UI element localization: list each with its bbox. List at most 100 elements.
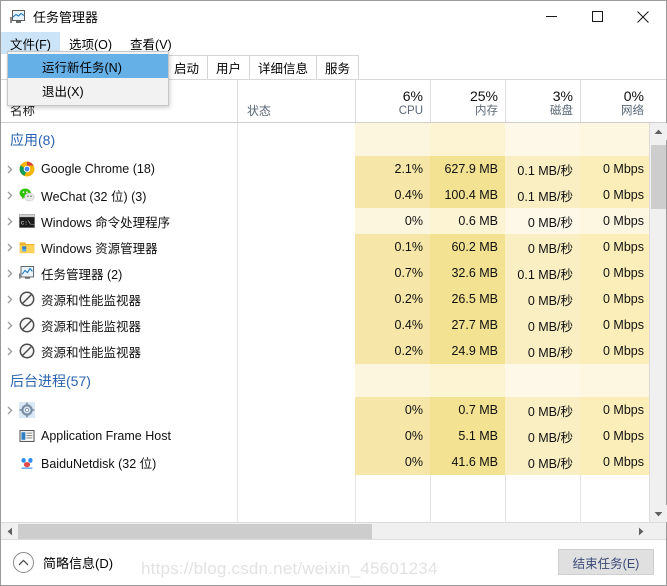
process-group-header[interactable]: 应用 (8) bbox=[1, 123, 649, 156]
scroll-down-button[interactable] bbox=[649, 505, 667, 522]
group-count: (8) bbox=[38, 131, 56, 148]
end-task-button[interactable]: 结束任务(E) bbox=[558, 549, 654, 575]
scroll-left-button[interactable] bbox=[1, 523, 18, 540]
column-header-memory[interactable]: 25% 内存 bbox=[430, 80, 505, 122]
wechat-icon bbox=[19, 187, 35, 203]
scroll-right-button[interactable] bbox=[632, 523, 649, 540]
cell-name bbox=[1, 402, 237, 418]
group-cell-disk bbox=[505, 364, 580, 397]
process-name: 资源和性能监视器 bbox=[41, 319, 142, 334]
cell-disk: 0 MB/秒 bbox=[505, 208, 580, 234]
cell-network: 0 Mbps bbox=[580, 312, 649, 338]
group-count: (57) bbox=[66, 372, 91, 389]
tab-details[interactable]: 详细信息 bbox=[249, 55, 318, 79]
expand-chevron-icon[interactable] bbox=[1, 191, 19, 200]
close-button[interactable] bbox=[620, 1, 666, 32]
tab-startup[interactable]: 启动 bbox=[165, 55, 209, 79]
group-cell-network bbox=[580, 123, 649, 156]
table-row[interactable]: Google Chrome (18) 2.1% 627.9 MB 0.1 MB/秒 0 … bbox=[1, 156, 649, 182]
horizontal-scrollbar-thumb[interactable] bbox=[18, 524, 372, 539]
expand-chevron-icon[interactable] bbox=[1, 347, 19, 356]
process-name: 资源和性能监视器 bbox=[41, 293, 142, 308]
menu-item-exit[interactable]: 退出(X) bbox=[8, 78, 168, 102]
process-name: BaiduNetdisk (32 位) bbox=[41, 456, 157, 471]
cell-cpu: 0.7% bbox=[355, 260, 430, 286]
cell-network: 0 Mbps bbox=[580, 208, 649, 234]
cell-cpu: 0% bbox=[355, 449, 430, 475]
cell-disk: 0.1 MB/秒 bbox=[505, 156, 580, 182]
cell-disk: 0 MB/秒 bbox=[505, 234, 580, 260]
cell-cpu: 0% bbox=[355, 397, 430, 423]
expand-chevron-icon[interactable] bbox=[1, 321, 19, 330]
process-name: Windows 命令处理程序 bbox=[41, 215, 171, 230]
tab-services[interactable]: 服务 bbox=[316, 55, 360, 79]
group-cell-memory bbox=[430, 364, 505, 397]
explorer-icon bbox=[19, 239, 35, 255]
expand-chevron-icon[interactable] bbox=[1, 406, 19, 415]
cell-name: Google Chrome (18) bbox=[1, 161, 237, 177]
table-row[interactable]: 资源和性能监视器 0.4% 27.7 MB 0 MB/秒 0 Mbps bbox=[1, 312, 649, 338]
expand-chevron-icon[interactable] bbox=[1, 269, 19, 278]
scroll-up-button[interactable] bbox=[649, 123, 667, 140]
expand-chevron-icon[interactable] bbox=[1, 217, 19, 226]
cell-cpu: 0.4% bbox=[355, 182, 430, 208]
process-group-header[interactable]: 后台进程 (57) bbox=[1, 364, 649, 397]
vertical-scrollbar[interactable] bbox=[649, 123, 667, 522]
cell-cpu: 0.1% bbox=[355, 234, 430, 260]
fewer-details-button[interactable]: 简略信息(D) bbox=[13, 552, 113, 573]
process-list: 应用 (8) Google Chrome (18) 2.1% 627.9 MB 0.1 … bbox=[1, 123, 667, 522]
process-name: Windows 资源管理器 bbox=[41, 241, 158, 256]
cell-cpu: 0.2% bbox=[355, 286, 430, 312]
vertical-scrollbar-thumb[interactable] bbox=[651, 145, 666, 209]
cell-cpu: 0.2% bbox=[355, 338, 430, 364]
cell-memory: 627.9 MB bbox=[430, 156, 505, 182]
table-row[interactable]: 0% 0.7 MB 0 MB/秒 0 Mbps bbox=[1, 397, 649, 423]
cell-cpu: 0% bbox=[355, 423, 430, 449]
file-menu-dropdown: 运行新任务(N) 退出(X) bbox=[7, 51, 169, 106]
horizontal-scrollbar[interactable] bbox=[1, 522, 666, 540]
column-header-cpu[interactable]: 6% CPU bbox=[355, 80, 430, 122]
cell-network: 0 Mbps bbox=[580, 286, 649, 312]
baidu-icon bbox=[19, 454, 35, 470]
process-rows: 应用 (8) Google Chrome (18) 2.1% 627.9 MB 0.1 … bbox=[1, 123, 649, 475]
minimize-button[interactable] bbox=[528, 1, 574, 32]
fewer-details-label: 简略信息(D) bbox=[43, 556, 114, 571]
cell-disk: 0 MB/秒 bbox=[505, 312, 580, 338]
task-manager-window: 任务管理器 文件(F) 选项(O) 查看(V) 启动 用户 详细信息 服务 名称 bbox=[0, 0, 667, 586]
menu-item-run-new-task[interactable]: 运行新任务(N) bbox=[8, 54, 168, 78]
column-header-network[interactable]: 0% 网络 bbox=[580, 80, 651, 122]
table-row[interactable]: 任务管理器 (2) 0.7% 32.6 MB 0.1 MB/秒 0 Mbps bbox=[1, 260, 649, 286]
table-row[interactable]: BaiduNetdisk (32 位) 0% 41.6 MB 0 MB/秒 0 Mbps bbox=[1, 449, 649, 475]
window-controls bbox=[528, 1, 666, 32]
maximize-button[interactable] bbox=[574, 1, 620, 32]
process-list-viewport[interactable]: 应用 (8) Google Chrome (18) 2.1% 627.9 MB 0.1 … bbox=[1, 123, 649, 522]
cell-name: C:\_ Windows 命令处理程序 bbox=[1, 212, 237, 231]
tab-users[interactable]: 用户 bbox=[207, 55, 251, 79]
table-row[interactable]: WeChat (32 位) (3) 0.4% 100.4 MB 0.1 MB/秒 0 M… bbox=[1, 182, 649, 208]
table-row[interactable]: Application Frame Host 0% 5.1 MB 0 MB/秒 0 Mb… bbox=[1, 423, 649, 449]
table-row[interactable]: 资源和性能监视器 0.2% 24.9 MB 0 MB/秒 0 Mbps bbox=[1, 338, 649, 364]
table-row[interactable]: Windows 资源管理器 0.1% 60.2 MB 0 MB/秒 0 Mbps bbox=[1, 234, 649, 260]
cell-name: 任务管理器 (2) bbox=[1, 264, 237, 283]
process-name: Google Chrome (18) bbox=[41, 162, 155, 176]
cmd-icon: C:\_ bbox=[19, 213, 35, 229]
chrome-icon bbox=[19, 161, 35, 177]
expand-chevron-icon[interactable] bbox=[1, 295, 19, 304]
group-cell-cpu bbox=[355, 123, 430, 156]
table-row[interactable]: 资源和性能监视器 0.2% 26.5 MB 0 MB/秒 0 Mbps bbox=[1, 286, 649, 312]
cell-disk: 0 MB/秒 bbox=[505, 423, 580, 449]
cell-disk: 0 MB/秒 bbox=[505, 449, 580, 475]
watermark: https://blog.csdn.net/weixin_45601234 bbox=[141, 559, 438, 578]
cell-name: 资源和性能监视器 bbox=[1, 316, 237, 335]
expand-chevron-icon[interactable] bbox=[1, 165, 19, 174]
column-header-status[interactable]: 状态 bbox=[237, 80, 355, 122]
cell-network: 0 Mbps bbox=[580, 182, 649, 208]
horizontal-scrollbar-track[interactable] bbox=[18, 523, 632, 539]
expand-chevron-icon[interactable] bbox=[1, 243, 19, 252]
cell-network: 0 Mbps bbox=[580, 338, 649, 364]
cell-cpu: 0% bbox=[355, 208, 430, 234]
table-row[interactable]: C:\_ Windows 命令处理程序 0% 0.6 MB 0 MB/秒 0 Mbps bbox=[1, 208, 649, 234]
column-header-disk[interactable]: 3% 磁盘 bbox=[505, 80, 580, 122]
cell-name: 资源和性能监视器 bbox=[1, 342, 237, 361]
process-name: 资源和性能监视器 bbox=[41, 345, 142, 360]
